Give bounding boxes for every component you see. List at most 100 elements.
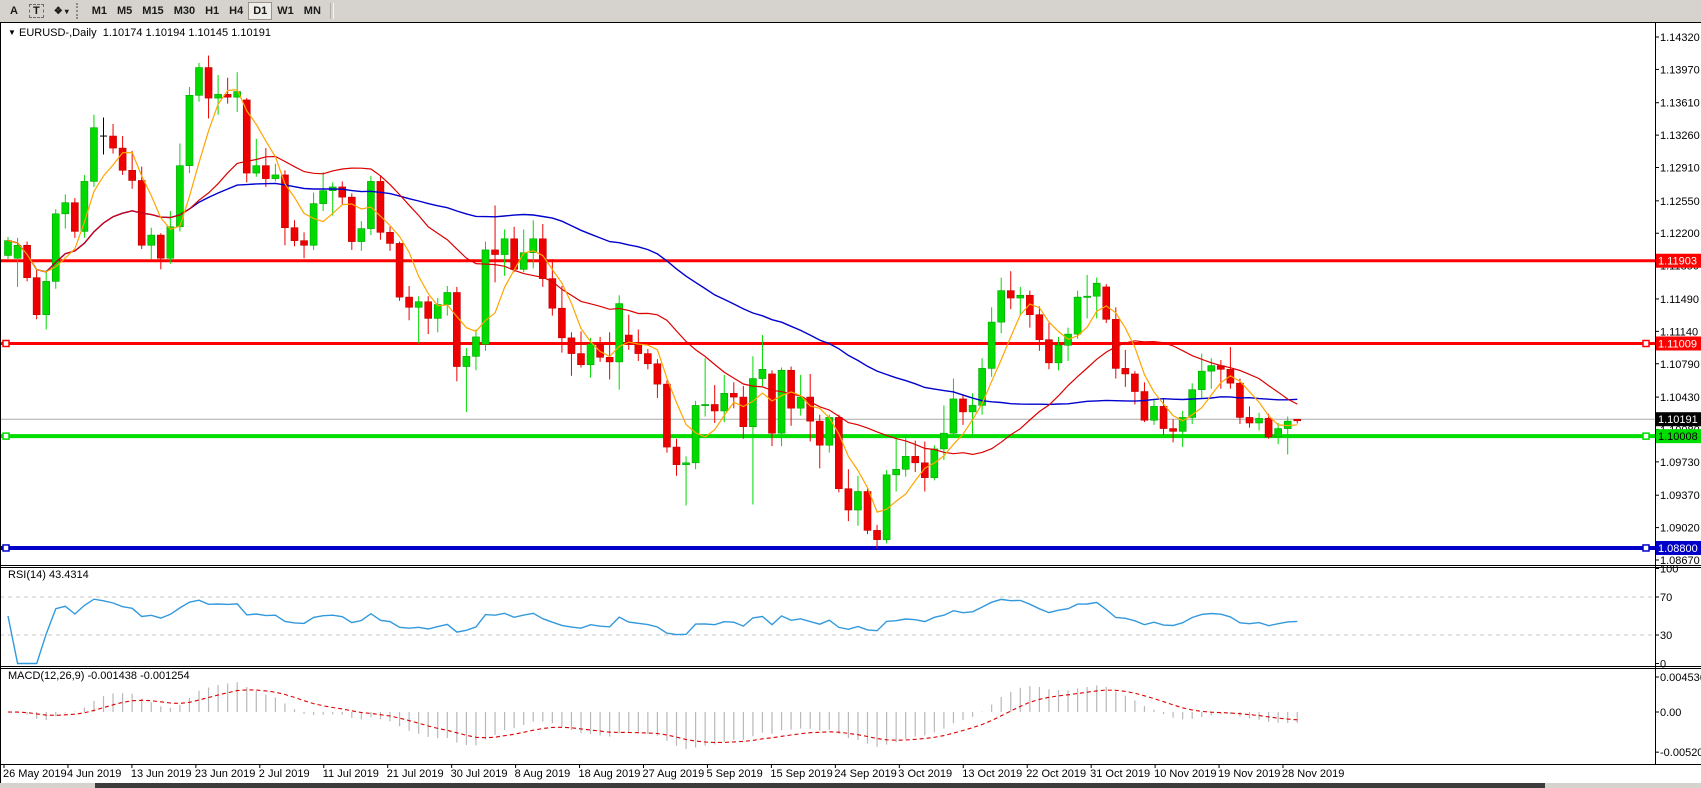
- candle: [988, 322, 995, 368]
- candle: [377, 181, 384, 232]
- timeframe-button-mn[interactable]: MN: [299, 2, 326, 20]
- price-axis-label: 1.09730: [1660, 457, 1700, 469]
- candle: [1256, 418, 1263, 423]
- chevron-down-icon: ▾: [65, 7, 69, 16]
- timeframe-button-m5[interactable]: M5: [112, 2, 137, 20]
- date-axis-label: 8 Aug 2019: [515, 768, 571, 780]
- timeframe-button-h4[interactable]: H4: [224, 2, 248, 20]
- toolbar-grip[interactable]: [76, 3, 83, 19]
- candle: [1131, 374, 1138, 392]
- candle: [1045, 340, 1052, 363]
- date-axis-label: 24 Sep 2019: [834, 768, 896, 780]
- price-axis-label: 1.10790: [1660, 359, 1700, 371]
- candle: [62, 203, 69, 214]
- date-axis-label: 10 Nov 2019: [1154, 768, 1216, 780]
- timeframe-button-w1[interactable]: W1: [272, 2, 299, 20]
- hline-1.11009-badge-text: 1.11009: [1658, 338, 1697, 350]
- candle: [568, 338, 575, 354]
- timeframe-button-m30[interactable]: M30: [169, 2, 200, 20]
- date-axis-label: 22 Oct 2019: [1026, 768, 1086, 780]
- candle: [1198, 371, 1205, 390]
- candle: [463, 356, 470, 366]
- candle: [358, 229, 365, 242]
- date-axis-label: 31 Oct 2019: [1090, 768, 1150, 780]
- text-tool-button[interactable]: T: [24, 2, 49, 20]
- candle: [1093, 283, 1100, 296]
- candle: [1122, 368, 1129, 374]
- shapes-tool-button[interactable]: ❖▾: [49, 2, 74, 20]
- candle: [673, 447, 680, 465]
- hline-handle-right-1.11009[interactable]: [1643, 340, 1649, 346]
- hline-handle-right-1.08800[interactable]: [1643, 545, 1649, 551]
- macd-axis-label: 0.004536: [1660, 672, 1701, 684]
- macd-indicator-label: MACD(12,26,9) -0.001438 -0.001254: [8, 670, 190, 682]
- pointer-tool-button[interactable]: A: [4, 2, 24, 20]
- candle: [998, 291, 1005, 322]
- candle: [864, 492, 871, 531]
- candle: [912, 456, 919, 462]
- candle: [587, 344, 594, 364]
- macd-axis-label: 0.00: [1660, 707, 1681, 719]
- price-axis-label: 1.09370: [1660, 490, 1700, 502]
- candle: [472, 337, 479, 356]
- chart-canvas: 1.143201.139701.136101.132601.129101.125…: [0, 22, 1701, 788]
- date-axis-label: 26 May 2019: [3, 768, 67, 780]
- timeframe-button-h1[interactable]: H1: [200, 2, 224, 20]
- candle: [960, 399, 967, 412]
- price-axis-label: 1.13970: [1660, 64, 1700, 76]
- candle: [578, 354, 585, 365]
- date-axis-label: 23 Jun 2019: [195, 768, 256, 780]
- candle: [253, 166, 260, 173]
- candle: [1007, 291, 1014, 298]
- candle: [1275, 429, 1282, 437]
- timeframe-button-m15[interactable]: M15: [137, 2, 168, 20]
- rsi-axis-label: 70: [1660, 592, 1672, 604]
- chart-menu-icon[interactable]: ▼: [8, 28, 16, 37]
- candle: [310, 204, 317, 246]
- candle: [110, 136, 117, 148]
- candle: [663, 384, 670, 447]
- candle: [1074, 297, 1081, 334]
- candle: [1103, 287, 1110, 319]
- hline-handle-right-1.10008[interactable]: [1643, 433, 1649, 439]
- hline-handle-left-1.11009[interactable]: [3, 340, 9, 346]
- candle: [129, 170, 136, 180]
- price-axis-label: 1.10430: [1660, 392, 1700, 404]
- candle: [606, 357, 613, 362]
- candle: [492, 250, 499, 255]
- candle: [215, 94, 222, 98]
- shapes-icon: ❖: [54, 6, 63, 17]
- candle: [415, 302, 422, 308]
- price-axis-label: 1.14320: [1660, 32, 1700, 44]
- candle: [24, 245, 31, 277]
- candle: [921, 463, 928, 478]
- timeframe-button-d1[interactable]: D1: [248, 2, 272, 20]
- candle: [453, 292, 460, 366]
- chart-background: [0, 22, 1701, 788]
- candle: [196, 68, 203, 96]
- candle: [1236, 383, 1243, 417]
- candle: [167, 227, 174, 258]
- horizontal-scrollbar-thumb[interactable]: [95, 783, 1545, 788]
- candle: [788, 370, 795, 408]
- candle: [654, 364, 661, 384]
- chart-title: ▼ EURUSD-,Daily 1.10174 1.10194 1.10145 …: [8, 27, 271, 39]
- candle: [301, 241, 308, 246]
- current-price-badge-text: 1.10191: [1658, 414, 1698, 426]
- candle: [425, 302, 432, 319]
- candle: [501, 239, 508, 255]
- candle: [635, 343, 642, 353]
- candle: [320, 191, 327, 204]
- hline-handle-left-1.10008[interactable]: [3, 433, 9, 439]
- candle: [616, 304, 623, 362]
- toolbar-separator: [330, 3, 334, 19]
- timeframe-button-m1[interactable]: M1: [87, 2, 112, 20]
- candle: [43, 281, 50, 314]
- candle: [1112, 319, 1119, 368]
- hline-handle-left-1.08800[interactable]: [3, 545, 9, 551]
- text-tool-icon: T: [29, 4, 44, 18]
- candle: [1017, 295, 1024, 298]
- candle: [1141, 392, 1148, 421]
- candle: [1170, 429, 1177, 432]
- candle: [1208, 366, 1215, 372]
